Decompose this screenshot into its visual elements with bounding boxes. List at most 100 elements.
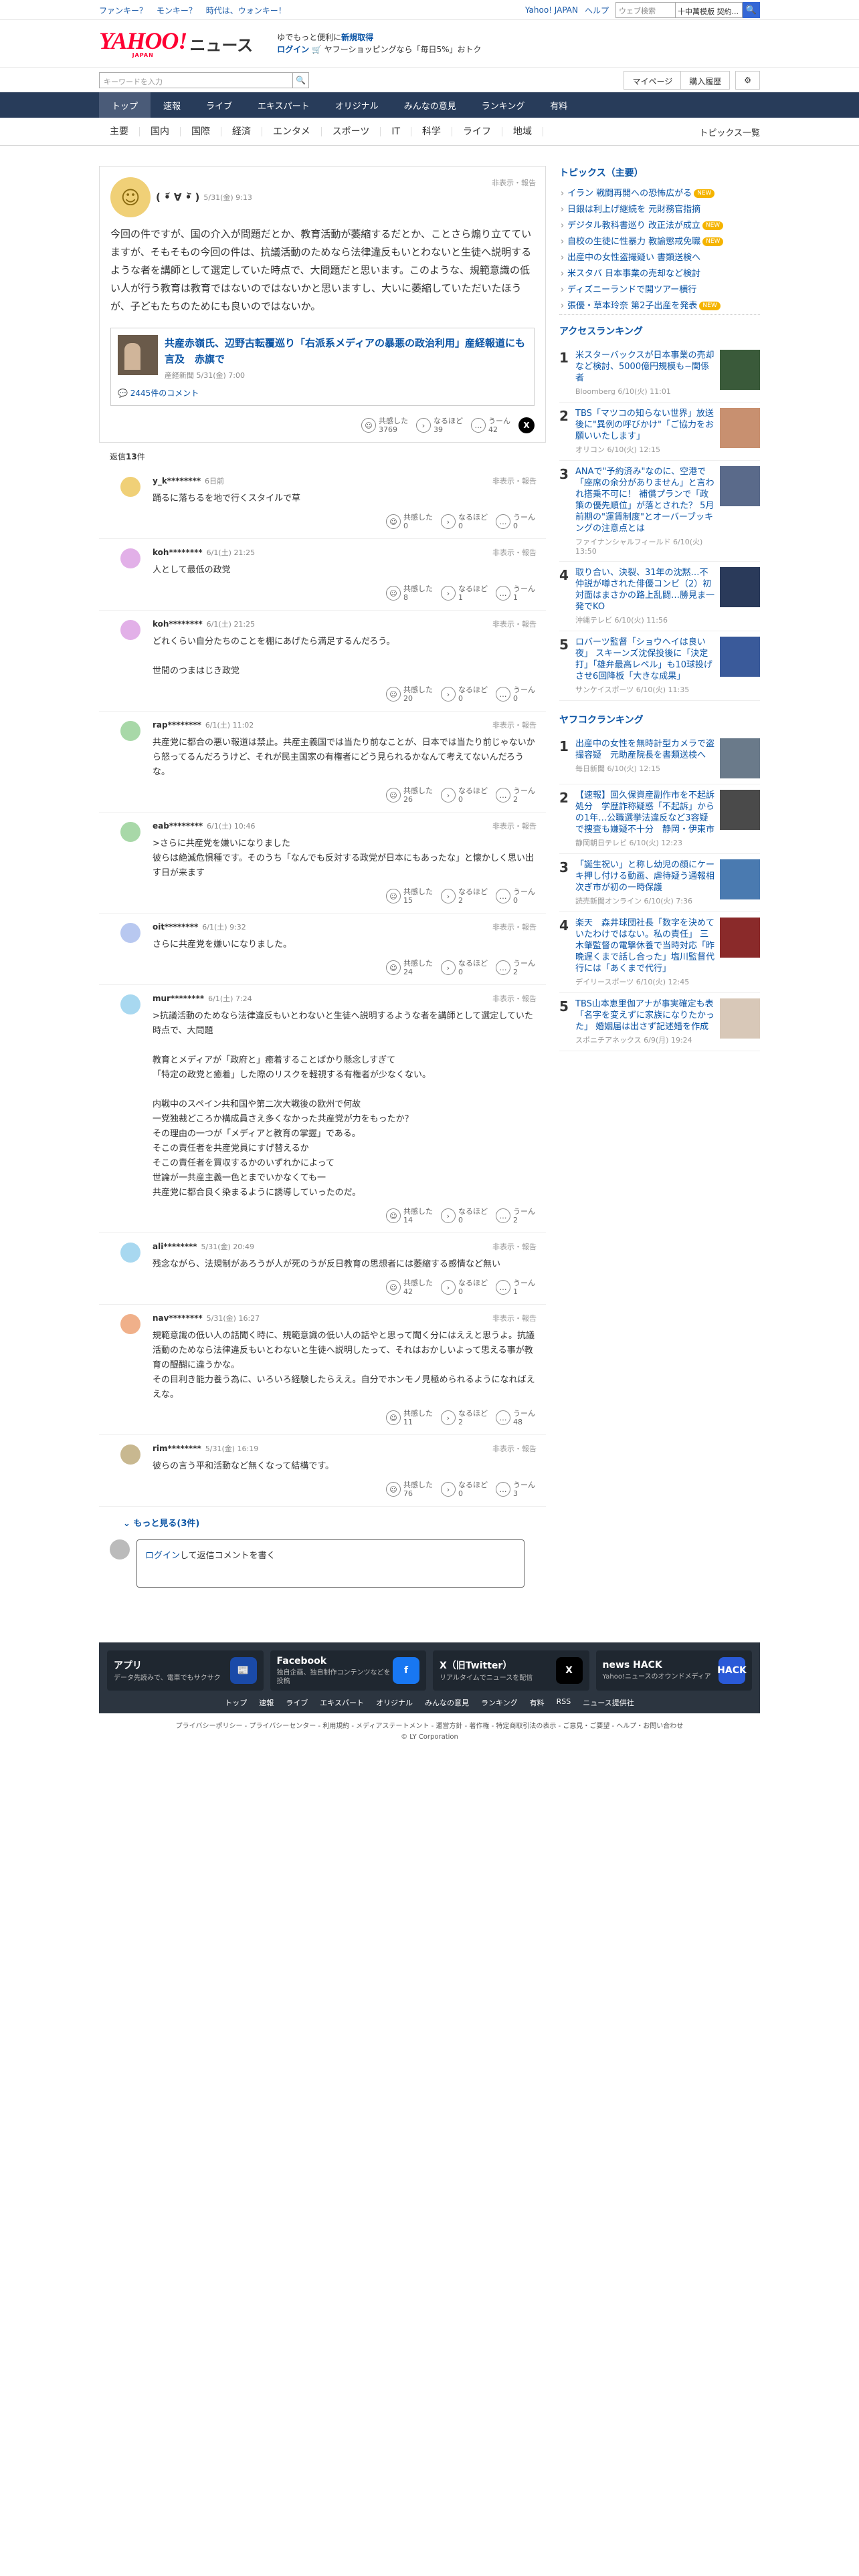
show-more-button[interactable]: ⌄ もっと見る(3件) [123, 1516, 546, 1529]
topic-item[interactable]: イラン 戦闘再開への恐怖広がるNEW [559, 186, 760, 202]
hide-report-link[interactable]: 非表示・報告 [492, 475, 537, 486]
reply-author[interactable]: rap******** [153, 720, 201, 730]
empathy-button[interactable]: ☺ 共感した 15 [386, 887, 433, 905]
rank-title[interactable]: ロバーツ監督「ショウヘイは良い夜」 スキーンズ沈保投後に「決定打」「雄弁最高レベ… [575, 637, 716, 682]
gnav-ranking[interactable]: ランキング [469, 92, 538, 118]
login-link[interactable]: ログイン [145, 1551, 180, 1561]
empathy-button[interactable]: ☺ 共感した 8 [386, 584, 433, 602]
access-ranking-title[interactable]: アクセスランキング [559, 324, 760, 338]
hide-report-link[interactable]: 非表示・報告 [492, 177, 536, 188]
gnav-opinion[interactable]: みんなの意見 [391, 92, 469, 118]
register-link[interactable]: 新規取得 [341, 33, 373, 42]
footer-link[interactable]: エキスパート [320, 1697, 364, 1708]
gnav-flash[interactable]: 速報 [151, 92, 193, 118]
gnav-original[interactable]: オリジナル [322, 92, 391, 118]
search-icon[interactable]: 🔍 [293, 72, 309, 88]
empathy-button[interactable]: ☺ 共感した 76 [386, 1481, 433, 1498]
reply-author[interactable]: nav******** [153, 1313, 203, 1323]
ranking-item[interactable]: 2 【速報】回久保資産副作市を不起訴処分 学歴詐称疑惑「不起訴」からの1年…公職選… [559, 784, 760, 854]
comment-count-link[interactable]: 2445件のコメント [130, 389, 199, 398]
cnav-science[interactable]: 科学 [411, 127, 453, 136]
yahoo-japan-link[interactable]: Yahoo! JAPAN [525, 5, 578, 15]
topics-title[interactable]: トピックス（主要） [559, 166, 760, 179]
empathy-button[interactable]: ☺ 共感した 42 [386, 1279, 433, 1296]
cnav-economy[interactable]: 経済 [221, 127, 262, 136]
footer-app-card[interactable]: Facebook 独自企画、独自制作コンテンツなどを投稿 f [270, 1650, 426, 1691]
reply-input[interactable]: ログインして返信コメントを書く [136, 1539, 524, 1588]
empathy-button[interactable]: ☺ 共感した 11 [386, 1409, 433, 1426]
empathy-button[interactable]: ☺ 共感した 3769 [361, 417, 408, 434]
footer-link[interactable]: 有料 [530, 1697, 545, 1708]
cnav-sports[interactable]: スポーツ [322, 127, 381, 136]
cnav-entertainment[interactable]: エンタメ [262, 127, 322, 136]
footer-link[interactable]: ランキング [481, 1697, 518, 1708]
search-icon[interactable]: 🔍 [743, 2, 760, 18]
web-search-hot[interactable]: 十中萬模版 契約... [676, 2, 743, 18]
ranking-item[interactable]: 4 楽天 森井球団社長「数字を決めていたわけではない。私の責任」 三木肇監督の電撃… [559, 912, 760, 993]
legal-links[interactable]: プライバシーポリシー - プライバシーセンター - 利用規約 - メディアステー… [0, 1721, 859, 1732]
naruhodo-button[interactable]: › なるほど 0 [441, 959, 488, 976]
gnav-top[interactable]: トップ [99, 92, 151, 118]
footer-app-card[interactable]: X（旧Twitter） リアルタイムでニュースを配信 X [433, 1650, 589, 1691]
cnav-life[interactable]: ライフ [452, 127, 503, 136]
mypage-button[interactable]: マイページ [624, 71, 682, 90]
rank-title[interactable]: ANAで"予約済み"なのに、空港で「座席の余分がありません」と言われ搭乗不可に！… [575, 466, 716, 534]
hmm-button[interactable]: … うーん 2 [496, 1207, 535, 1224]
naruhodo-button[interactable]: › なるほど 0 [441, 1279, 488, 1296]
purchase-history-button[interactable]: 購入履歴 [680, 71, 731, 90]
help-link[interactable]: ヘルプ [585, 5, 609, 16]
footer-app-card[interactable]: news HACK Yahoo!ニュースのオウンドメディア HACK [595, 1650, 752, 1691]
rank-title[interactable]: 「誕生祝い」と称し幼児の顔にケーキ押し付ける動画、虐待疑う通報相次ぎ市が初の一時… [575, 859, 716, 893]
top-link-2[interactable]: 時代は、ウォンキー！ [206, 6, 286, 15]
hide-report-link[interactable]: 非表示・報告 [492, 993, 537, 1004]
rank-title[interactable]: 取り合い、決裂、31年の沈黙…不仲説が噂された俳優コンビ（2）初対面はまさかの路… [575, 567, 716, 613]
article-link-card[interactable]: 共産赤嶺氏、辺野古転覆巡り「右派系メディアの暴悪の政治利用」産経報道にも言及 赤… [110, 328, 535, 406]
web-search-input[interactable]: ウェブ検索 [615, 2, 676, 18]
ranking-item[interactable]: 1 出産中の女性を無時計型カメラで盗撮容疑 元助産院長を書類送検へ 毎日新聞 6/1… [559, 733, 760, 784]
rank-title[interactable]: 楽天 森井球団社長「数字を決めていたわけではない。私の責任」 三木肇監督の電撃休… [575, 918, 716, 974]
ranking-item[interactable]: 2 TBS「マツコの知らない世界」放送後に"異例の呼びかけ"「ご協力をお願いいたし… [559, 403, 760, 461]
topic-item[interactable]: 出産中の女性盗撮疑い 書類送検へ [559, 250, 760, 266]
ranking-item[interactable]: 3 「誕生祝い」と称し幼児の顔にケーキ押し付ける動画、虐待疑う通報相次ぎ市が初の一… [559, 854, 760, 912]
hide-report-link[interactable]: 非表示・報告 [492, 821, 537, 831]
cnav-world[interactable]: 国際 [181, 127, 221, 136]
cnav-local[interactable]: 地域 [502, 127, 544, 136]
hide-report-link[interactable]: 非表示・報告 [492, 720, 537, 730]
hide-report-link[interactable]: 非表示・報告 [492, 922, 537, 932]
topic-item[interactable]: 自校の生徒に性暴力 教諭懲戒免職NEW [559, 234, 760, 250]
ranking-item[interactable]: 3 ANAで"予約済み"なのに、空港で「座席の余分がありません」と言われ搭乗不可に… [559, 461, 760, 562]
topics-list-link[interactable]: トピックス一覧 [699, 126, 760, 138]
footer-link[interactable]: オリジナル [376, 1697, 413, 1708]
empathy-button[interactable]: ☺ 共感した 26 [386, 786, 433, 804]
naruhodo-button[interactable]: › なるほど 2 [441, 1409, 488, 1426]
hmm-button[interactable]: … うーん 2 [496, 786, 535, 804]
x-share-icon[interactable]: X [518, 417, 535, 433]
ranking-item[interactable]: 5 TBS山本恵里伽アナが事実確定も表「名字を変えずに家族になりたかった」 婚姻届… [559, 993, 760, 1051]
article-title[interactable]: 共産赤嶺氏、辺野古転覆巡り「右派系メディアの暴悪の政治利用」産経報道にも言及 赤… [165, 335, 527, 367]
topic-item[interactable]: 日銀は利上げ継続を 元財務官指摘 [559, 202, 760, 218]
footer-link[interactable]: RSS [557, 1697, 571, 1708]
footer-link[interactable]: 速報 [259, 1697, 274, 1708]
gnav-live[interactable]: ライブ [193, 92, 245, 118]
empathy-button[interactable]: ☺ 共感した 0 [386, 513, 433, 530]
hmm-button[interactable]: … うーん 1 [496, 1279, 535, 1296]
footer-app-card[interactable]: アプリ データ先読みで、電車でもサクサク 📰 [107, 1650, 264, 1691]
cnav-domestic[interactable]: 国内 [140, 127, 181, 136]
yahoo-logo[interactable]: YAHOO! JAPAN [99, 29, 187, 58]
hmm-button[interactable]: … うーん 3 [496, 1481, 535, 1498]
topic-item[interactable]: ディズニーランドで開ツアー横行 [559, 282, 760, 298]
gnav-paid[interactable]: 有料 [537, 92, 580, 118]
topic-item[interactable]: デジタル教科書巡り 改正法が成立NEW [559, 218, 760, 234]
keyword-input[interactable]: キーワードを入力 [99, 72, 293, 88]
reply-author[interactable]: koh******** [153, 619, 203, 629]
hmm-button[interactable]: … うーん 48 [496, 1409, 535, 1426]
top-link-0[interactable]: ファンキー？ [99, 6, 147, 15]
empathy-button[interactable]: ☺ 共感した 14 [386, 1207, 433, 1224]
naruhodo-button[interactable]: › なるほど 0 [441, 1207, 488, 1224]
naruhodo-button[interactable]: › なるほど 2 [441, 887, 488, 905]
reply-author[interactable]: ali******** [153, 1242, 197, 1251]
cnav-main[interactable]: 主要 [99, 127, 140, 136]
news-title[interactable]: ニュース [189, 32, 253, 56]
hide-report-link[interactable]: 非表示・報告 [492, 1313, 537, 1323]
topic-item[interactable]: 米スタバ 日本事業の売却など検討 [559, 266, 760, 282]
